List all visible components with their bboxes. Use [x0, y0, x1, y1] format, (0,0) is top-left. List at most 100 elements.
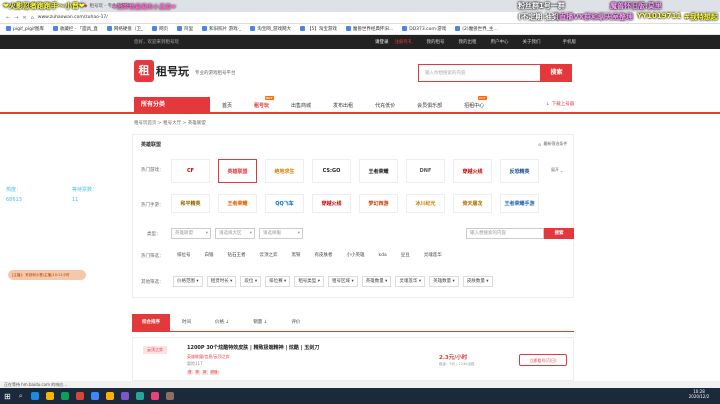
bookmark-item[interactable]: (2)魔兽世界_主...	[455, 26, 498, 32]
folder-icon[interactable]	[45, 392, 54, 400]
sort-tab-time[interactable]: 时间	[176, 314, 197, 331]
search-button[interactable]: 搜索	[541, 64, 572, 82]
expand-toggle[interactable]: 展开 ⌄	[551, 167, 563, 173]
nav-zuhaowan[interactable]: 租号玩 HOT	[254, 95, 274, 109]
nav-home[interactable]: 首页	[222, 102, 232, 109]
nav-club[interactable]: 会员俱乐部	[417, 102, 442, 109]
stop-icon[interactable]: ✕	[22, 15, 26, 21]
filter-option[interactable]: 价格范围 ▾	[173, 276, 203, 287]
filter-option[interactable]: 排位赛 ▾	[265, 276, 291, 287]
filter-chip[interactable]: 排位号	[177, 251, 191, 260]
filter-option[interactable]: 租号类型 ▾	[294, 276, 325, 287]
back-icon[interactable]: ←	[6, 15, 10, 21]
bookmark-item[interactable]: pigif_pigif图库	[6, 26, 44, 32]
app-icon[interactable]	[165, 392, 174, 400]
game-card[interactable]: 穿越火线	[453, 159, 492, 183]
mobile-game-card[interactable]: 冰川纪元	[406, 194, 445, 213]
download-tool-link[interactable]: ↓ 下载上号器	[546, 101, 574, 108]
search-input[interactable]: 输入你想搜索的内容	[418, 64, 541, 82]
mobile-game-card[interactable]: 穿越火线	[312, 194, 351, 213]
filter-option[interactable]: 英雄数量 ▾	[429, 276, 459, 287]
app-icon[interactable]	[120, 392, 129, 400]
bookmark-item[interactable]: 淘宝网_游戏网大	[250, 26, 291, 32]
nav-shop[interactable]: 出售商城	[291, 102, 311, 109]
game-card[interactable]: CF	[171, 159, 210, 183]
filter-option[interactable]: 英雄数量 ▾	[361, 276, 392, 287]
nav-publish[interactable]: 发布出租	[333, 102, 353, 109]
sort-tab-default[interactable]: 综合排序	[132, 314, 170, 331]
bookmark-item[interactable]: 网页	[152, 26, 168, 32]
listing-card[interactable]: 云顶之弈 1200P 30个炫酷特效皮肤 | 精致极端精神 | 炫酷 | 玉剑刀…	[132, 337, 574, 381]
sort-tab-rating[interactable]: 评价	[285, 314, 306, 331]
top-link[interactable]: 关于我们	[523, 39, 541, 45]
mobile-game-card[interactable]: 王者荣耀	[218, 194, 257, 213]
filter-chip[interactable]: 有皮肤者	[315, 251, 333, 260]
filter-chip[interactable]: 云顶之弈	[260, 251, 278, 260]
region-select[interactable]: 请选择大区 ▾	[215, 228, 255, 239]
game-card[interactable]: DNF	[406, 159, 445, 183]
top-link[interactable]: 用户中心	[491, 39, 509, 45]
url-field[interactable]: www.zuhaowan.com/zuhao-17/	[38, 15, 108, 20]
bookmark-item[interactable]: DD373.com·游戏	[402, 26, 446, 32]
bookmark-item[interactable]: 网络硬盘（卫_	[106, 26, 143, 32]
filter-chip[interactable]: 钻石王者	[228, 251, 246, 260]
bookmark-item[interactable]: 【5】淘宝游戏	[300, 26, 337, 32]
top-link[interactable]: 我的出租	[459, 39, 477, 45]
filter-chip[interactable]: 白银	[205, 251, 214, 260]
forward-icon[interactable]: →	[14, 15, 18, 21]
mobile-link[interactable]: 手机版	[563, 39, 577, 45]
top-link[interactable]: 我的租号	[427, 39, 445, 45]
mobile-game-card[interactable]: 倚天屠龙	[453, 194, 492, 213]
app-icon[interactable]	[150, 392, 159, 400]
filter-option[interactable]: 段位 ▾	[240, 276, 262, 287]
filter-option[interactable]: 租号区域 ▾	[328, 276, 358, 287]
register-link[interactable]: 注册有礼	[395, 39, 413, 45]
mobile-game-card[interactable]: QQ飞车	[265, 194, 304, 213]
filter-search-input[interactable]: 输入想搜索的内容	[466, 228, 544, 239]
login-link[interactable]: 请登录	[375, 39, 389, 45]
chrome-icon[interactable]	[90, 392, 99, 400]
game-card-selected[interactable]: 英雄联盟	[218, 159, 257, 183]
game-card[interactable]: 绝地求生	[265, 159, 304, 183]
sort-tab-price[interactable]: 价格 ↓	[209, 314, 235, 331]
listing-price: 2.3元/小时	[439, 355, 468, 361]
app-icon[interactable]	[75, 392, 84, 400]
game-card[interactable]: 王者荣耀	[359, 159, 398, 183]
rent-now-button[interactable]: 立即租号(可日)	[519, 354, 567, 366]
game-card[interactable]: CS:GO	[312, 159, 351, 183]
filter-option[interactable]: 租赁时长 ▾	[206, 276, 237, 287]
game-card[interactable]: 反恐精英	[500, 159, 539, 183]
sort-tab-sales[interactable]: 销量 ↓	[247, 314, 273, 331]
nav-center[interactable]: 招租中心 HOT	[464, 95, 487, 109]
bookmark-item[interactable]: 收藏栏 · 「面具_直	[52, 26, 98, 32]
clock[interactable]: 10:28 2020/12/2	[684, 389, 714, 399]
mobile-game-card[interactable]: 梦幻西游	[359, 194, 398, 213]
windows-start-icon[interactable]: ⊞	[4, 392, 11, 401]
filter-chip[interactable]: 黑铁	[292, 251, 301, 260]
bookmark-item[interactable]: 魔兽世界经典怀旧...	[345, 26, 393, 32]
app-icon[interactable]	[135, 392, 144, 400]
game-select[interactable]: 英雄联盟 ▾	[171, 228, 211, 239]
filter-option[interactable]: 皮肤数量 ▾	[462, 276, 493, 287]
mobile-game-card[interactable]: 和平精英	[171, 194, 210, 213]
search-icon[interactable]: ⌕	[19, 392, 23, 401]
nav-recharge[interactable]: 代充低价	[375, 102, 395, 109]
bookmark-item[interactable]: 阿里	[177, 26, 193, 32]
server-select[interactable]: 请选择服 ▾	[259, 228, 303, 239]
filter-chip[interactable]: 豆豆	[401, 251, 410, 260]
latest-filter-link[interactable]: ⊙ 最新筛选条件	[538, 141, 567, 147]
filter-option[interactable]: 灵魂莲华 ▾	[395, 276, 426, 287]
filter-chip[interactable]: 小小英雄	[347, 251, 365, 260]
filter-search-button[interactable]: 搜索	[544, 228, 574, 239]
bookmark-item[interactable]: 和旧照片 游戏·_	[202, 26, 241, 32]
filter-chip[interactable]: 灵魂莲华	[424, 251, 442, 260]
filter-chip[interactable]: kda	[379, 251, 387, 260]
site-logo[interactable]: 租 租号玩 专业的游戏租号平台	[134, 58, 236, 84]
app-icon[interactable]	[60, 392, 69, 400]
listing-title[interactable]: 1200P 30个炫酷特效皮肤 | 精致极端精神 | 炫酷 | 玉剑刀	[187, 344, 319, 351]
edge-icon[interactable]	[30, 392, 39, 400]
app-icon[interactable]	[105, 392, 114, 400]
home-icon[interactable]: ⌂	[31, 15, 34, 21]
mobile-game-card[interactable]: 王者荣耀手游	[500, 194, 539, 213]
all-categories-button[interactable]: 所有分类	[134, 97, 210, 113]
